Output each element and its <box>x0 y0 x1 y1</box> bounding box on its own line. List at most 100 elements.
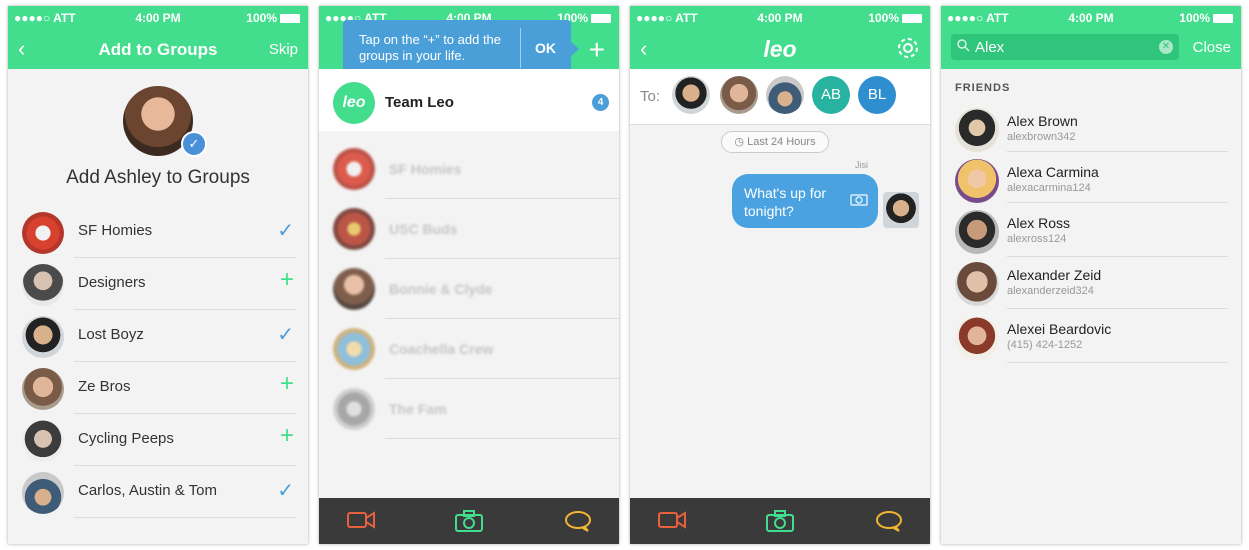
plus-icon[interactable]: + <box>280 370 294 398</box>
group-avatar <box>22 472 64 514</box>
group-row[interactable]: Cycling Peeps + <box>8 414 308 466</box>
to-label: To: <box>640 88 661 105</box>
video-camera-icon[interactable] <box>347 510 375 535</box>
divider <box>1007 151 1228 152</box>
group-avatar <box>22 264 64 306</box>
battery-indicator: 100% <box>1179 11 1233 25</box>
message-bubble[interactable]: What's up for tonight? <box>732 174 878 228</box>
page-title: Add to Groups <box>98 40 218 59</box>
gear-icon[interactable] <box>896 36 920 65</box>
group-label: Carlos, Austin & Tom <box>78 482 217 499</box>
chat-bubble-icon[interactable] <box>564 510 592 537</box>
divider <box>74 517 296 518</box>
group-row[interactable]: Bonnie & Clyde <box>319 259 619 319</box>
group-avatar <box>333 328 375 370</box>
group-label: USC Buds <box>389 221 458 237</box>
skip-button[interactable]: Skip <box>269 41 298 58</box>
ok-button[interactable]: OK <box>535 40 556 56</box>
group-avatar <box>333 268 375 310</box>
friend-avatar <box>955 210 999 254</box>
camera-icon <box>850 192 868 210</box>
status-bar: ●●●●○ ATT 4:00 PM 100% <box>941 6 1241 26</box>
group-row[interactable]: Lost Boyz ✓ <box>8 310 308 362</box>
clear-search-icon[interactable]: ✕ <box>1159 40 1173 54</box>
tooltip-divider <box>520 28 521 68</box>
recipients-bar[interactable]: To: AB BL <box>630 69 930 124</box>
add-heading: Add Ashley to Groups <box>66 167 250 188</box>
add-group-button[interactable]: + <box>589 36 605 64</box>
battery-icon <box>1213 14 1233 23</box>
friend-avatar <box>955 159 999 203</box>
nav-bar: ●●●●○ ATT 4:00 PM 100% ✕ Close <box>941 6 1241 69</box>
group-label: Bonnie & Clyde <box>389 281 493 297</box>
divider <box>1007 308 1228 309</box>
bottom-toolbar <box>630 498 930 544</box>
group-label: Lost Boyz <box>78 326 144 343</box>
group-row[interactable]: Coachella Crew <box>319 319 619 379</box>
recipient-avatar[interactable] <box>672 76 710 114</box>
friend-row[interactable]: Alex Brown alexbrown342 <box>941 104 1241 156</box>
camera-icon[interactable] <box>766 510 794 537</box>
chat-bubble-icon[interactable] <box>875 510 903 537</box>
search-box[interactable]: ✕ <box>951 34 1179 60</box>
group-avatar <box>333 388 375 430</box>
nav-bar: ●●●●○ ATT 4:00 PM 100% ‹ Add to Groups S… <box>8 6 308 69</box>
friend-username: alexacarmina124 <box>1007 182 1091 194</box>
group-label: Ze Bros <box>78 378 131 395</box>
section-header: FRIENDS <box>955 82 1011 94</box>
friend-name: Alex Brown <box>1007 113 1078 129</box>
recipient-avatar[interactable] <box>766 76 804 114</box>
group-avatar <box>22 368 64 410</box>
clock-icon: ◷ <box>734 136 745 148</box>
friend-name: Alexei Beardovic <box>1007 321 1112 337</box>
friend-name: Alex Ross <box>1007 215 1071 231</box>
check-icon[interactable]: ✓ <box>277 322 294 347</box>
group-row[interactable]: Ze Bros + <box>8 362 308 414</box>
video-camera-icon[interactable] <box>658 510 686 535</box>
divider <box>630 124 930 125</box>
battery-indicator: 100% <box>868 11 922 25</box>
divider <box>1007 202 1228 203</box>
friend-username: (415) 424-1252 <box>1007 339 1083 351</box>
friend-row[interactable]: Alexa Carmina alexacarmina124 <box>941 155 1241 207</box>
group-row[interactable]: Designers + <box>8 258 308 310</box>
search-input[interactable] <box>975 37 1155 57</box>
nav-bar: ●●●●○ ATT 4:00 PM 100% ‹ leo <box>630 6 930 69</box>
check-icon[interactable]: ✓ <box>277 478 294 503</box>
team-leo-row[interactable]: leo Team Leo 4 <box>319 69 619 131</box>
bottom-toolbar <box>319 498 619 544</box>
check-icon[interactable]: ✓ <box>277 218 294 243</box>
close-button[interactable]: Close <box>1193 39 1231 56</box>
group-label: Coachella Crew <box>389 341 494 357</box>
friend-row[interactable]: Alexei Beardovic (415) 424-1252 <box>941 312 1241 364</box>
plus-icon[interactable]: + <box>280 422 294 450</box>
groups-list-screen: ●●●●○ ATT 4:00 PM 100% + Tap on the “+” … <box>319 6 619 544</box>
group-avatar <box>22 316 64 358</box>
recipient-avatar[interactable] <box>720 76 758 114</box>
group-row[interactable]: SF Homies ✓ <box>8 206 308 258</box>
status-bar: ●●●●○ ATT 4:00 PM 100% <box>630 6 930 26</box>
battery-icon <box>591 14 611 23</box>
time-filter-pill[interactable]: ◷ Last 24 Hours <box>721 131 829 153</box>
camera-icon[interactable] <box>455 510 483 537</box>
group-row[interactable]: SF Homies <box>319 139 619 199</box>
friend-row[interactable]: Alexander Zeid alexanderzeid324 <box>941 258 1241 310</box>
group-avatar <box>22 212 64 254</box>
add-to-groups-screen: ●●●●○ ATT 4:00 PM 100% ‹ Add to Groups S… <box>8 6 308 544</box>
group-row[interactable]: USC Buds <box>319 199 619 259</box>
plus-icon[interactable]: + <box>280 266 294 294</box>
group-avatar <box>333 208 375 250</box>
friend-username: alexbrown342 <box>1007 131 1076 143</box>
tooltip-text: Tap on the “+” to add the groups in your… <box>359 32 502 63</box>
recipient-initials-ab[interactable]: AB <box>812 76 850 114</box>
group-row[interactable]: Carlos, Austin & Tom ✓ <box>8 466 308 518</box>
friend-avatar <box>955 262 999 306</box>
group-row[interactable]: The Fam <box>319 379 619 439</box>
divider <box>1007 256 1228 257</box>
recipient-initials-bl[interactable]: BL <box>858 76 896 114</box>
friend-row[interactable]: Alex Ross alexross124 <box>941 206 1241 258</box>
friend-name: Alexa Carmina <box>1007 164 1099 180</box>
leo-logo-avatar: leo <box>333 82 375 124</box>
search-icon <box>957 39 970 57</box>
time-filter-label: Last 24 Hours <box>747 136 816 148</box>
